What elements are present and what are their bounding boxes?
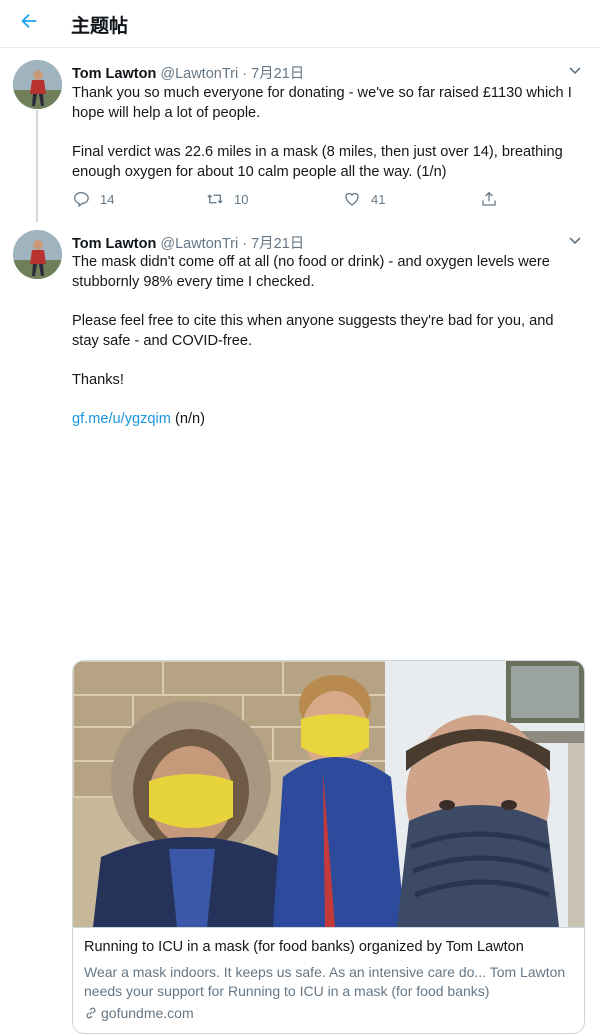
card-domain: gofundme.com: [84, 1005, 194, 1021]
author-handle[interactable]: @LawtonTri: [160, 236, 238, 252]
reply-icon: [73, 191, 89, 208]
card-image[interactable]: [73, 661, 584, 927]
tweet-paragraph: The mask didn't come off at all (no food…: [72, 254, 554, 290]
tweet-link[interactable]: gf.me/u/ygzqim: [72, 411, 171, 427]
separator: ·: [242, 236, 248, 252]
author-name[interactable]: Tom Lawton: [72, 236, 156, 252]
tweet-paragraph: Please feel free to cite this when anyon…: [72, 313, 558, 349]
tweet-text: Thank you so much everyone for donating …: [72, 83, 577, 182]
thread-connector: [36, 110, 38, 222]
tweet-1[interactable]: Tom Lawton @LawtonTri · 7月21日 Thank you …: [0, 48, 600, 220]
card-description: Wear a mask indoors. It keeps us safe. A…: [84, 964, 566, 999]
tweet-paragraph: Thanks!: [72, 372, 124, 388]
like-count: 41: [371, 191, 386, 207]
card-title: Running to ICU in a mask (for food banks…: [84, 939, 524, 955]
link-icon: [86, 1007, 96, 1019]
tweet-date[interactable]: 7月21日: [251, 236, 304, 252]
chevron-down-icon[interactable]: [567, 232, 583, 248]
avatar[interactable]: [13, 230, 62, 279]
card-body[interactable]: Running to ICU in a mask (for food banks…: [73, 927, 584, 1033]
card-domain-text: gofundme.com: [101, 1005, 194, 1021]
like-button[interactable]: 41: [343, 190, 385, 208]
retweet-count: 10: [234, 191, 249, 207]
tweet-date[interactable]: 7月21日: [251, 66, 304, 82]
tweet-2[interactable]: Tom Lawton @LawtonTri · 7月21日 The mask d…: [0, 220, 600, 1034]
chevron-down-icon[interactable]: [567, 62, 583, 78]
avatar[interactable]: [13, 60, 62, 109]
arrow-left-icon[interactable]: [18, 10, 42, 34]
thread-marker: (n/n): [170, 411, 206, 427]
reply-button[interactable]: 14: [72, 190, 114, 208]
retweet-icon: [207, 194, 223, 204]
author-name[interactable]: Tom Lawton: [72, 66, 156, 82]
tweet-text: The mask didn't come off at all (no food…: [72, 252, 577, 429]
page-header: 主题帖: [0, 0, 600, 48]
tweet-paragraph: Final verdict was 22.6 miles in a mask (…: [72, 144, 567, 180]
link-card[interactable]: Running to ICU in a mask (for food banks…: [72, 660, 585, 1034]
author-handle[interactable]: @LawtonTri: [160, 66, 238, 82]
share-icon: [482, 191, 496, 206]
retweet-button[interactable]: 10: [206, 190, 248, 208]
tweet-paragraph: Thank you so much everyone for donating …: [72, 85, 576, 121]
separator: ·: [242, 66, 248, 82]
tweet-actions: 14 10 41: [72, 190, 512, 210]
reply-count: 14: [100, 191, 115, 207]
heart-icon: [345, 192, 359, 206]
page-title: 主题帖: [71, 15, 129, 37]
share-button[interactable]: [480, 190, 508, 208]
